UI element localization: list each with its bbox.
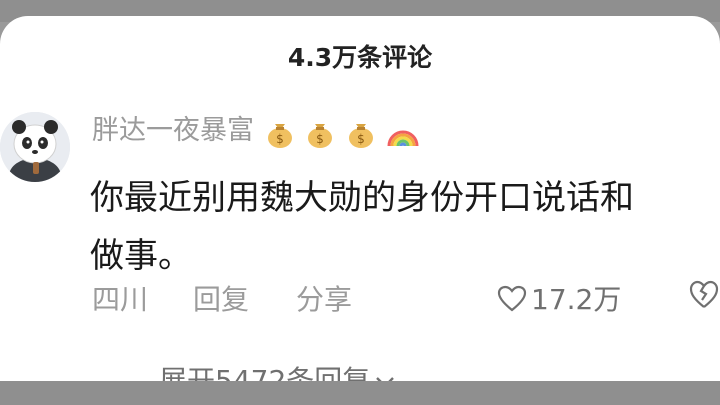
dislike-button[interactable] (688, 280, 720, 314)
svg-text:$: $ (316, 132, 324, 146)
comment-text-line: 做事。 (90, 236, 192, 276)
money-bag-icon: $ (267, 123, 292, 148)
svg-text:$: $ (276, 132, 284, 146)
rainbow-icon (387, 130, 419, 146)
heart-icon (497, 285, 527, 312)
like-count: 17.2万 (531, 283, 622, 316)
panda-avatar-icon (0, 112, 70, 182)
money-bag-icon: $ (348, 123, 373, 148)
comment-text-line: 你最近别用魏大勋的身份开口说话和 (90, 178, 634, 218)
broken-heart-icon (689, 280, 719, 308)
comments-count-title: 4.3万条评论 (287, 43, 433, 72)
like-button[interactable]: 17.2万 (497, 278, 621, 318)
comment-username[interactable]: 胖达一夜暴富 $ $ $ (92, 108, 420, 148)
comment-text: 你最近别用魏大勋的身份开口说话和 做事。 (90, 169, 710, 285)
share-button[interactable]: 分享 (296, 278, 352, 318)
comments-sheet: 4.3万条评论 胖达一夜暴富 $ $ $ 你最近别用魏大勋的身份开口说话和 做事… (0, 16, 720, 384)
avatar[interactable] (0, 112, 70, 182)
money-bag-icon: $ (308, 123, 333, 148)
svg-text:$: $ (357, 132, 365, 146)
username-text: 胖达一夜暴富 (92, 115, 254, 146)
comment-location: 四川 (92, 283, 149, 316)
bottom-dim-bar (0, 381, 720, 405)
reply-button[interactable]: 回复 (193, 278, 249, 318)
